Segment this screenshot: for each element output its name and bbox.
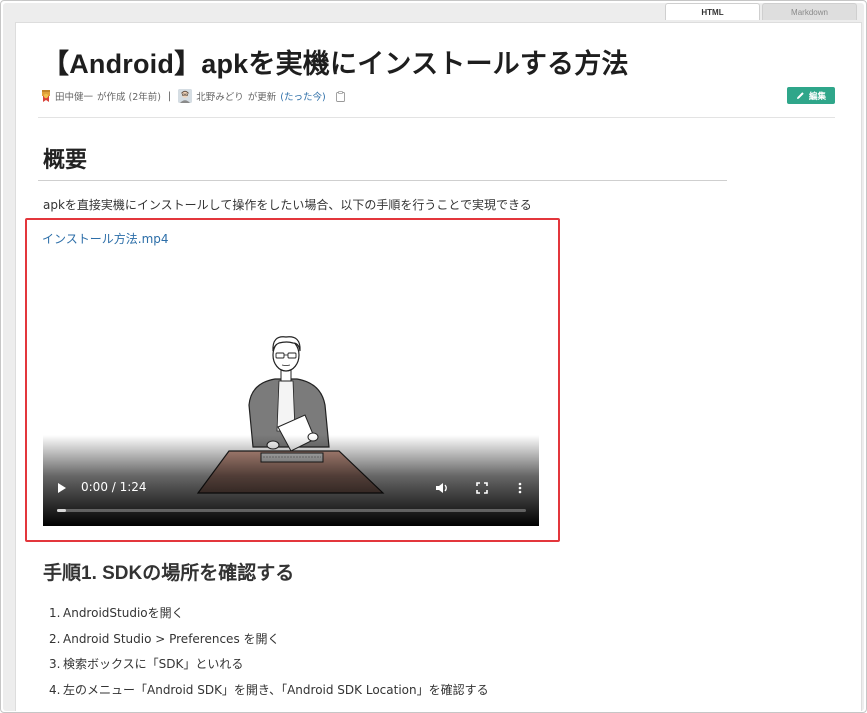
page-title: 【Android】apkを実機にインストールする方法 xyxy=(42,49,629,79)
pencil-icon xyxy=(796,92,804,99)
created-text: が作成 (2年前) xyxy=(97,92,161,103)
meta-separator: | xyxy=(168,90,172,102)
video-time: 0:00 / 1:24 xyxy=(81,480,147,494)
updated-time-link[interactable]: (たった今) xyxy=(280,89,325,103)
tab-html[interactable]: HTML xyxy=(665,3,760,20)
video-player[interactable]: 0:00 / 1:24 xyxy=(43,255,539,526)
section-heading-overview: 概要 xyxy=(43,147,88,172)
video-controls: 0:00 / 1:24 xyxy=(43,477,539,499)
edit-label: 編集 xyxy=(808,91,826,102)
play-icon[interactable] xyxy=(57,482,67,494)
video-progress-bar[interactable] xyxy=(57,509,526,512)
tab-markdown[interactable]: Markdown xyxy=(762,3,857,20)
page-meta: 田中健一 が作成 (2年前) | 北野みどり が更新 (たった今) xyxy=(41,89,345,103)
volume-icon[interactable] xyxy=(435,481,449,495)
fullscreen-icon[interactable] xyxy=(475,481,489,495)
heading-underline xyxy=(38,180,727,181)
list-item: 2. Android Studio > Preferences を開く xyxy=(49,631,280,646)
more-vertical-icon[interactable] xyxy=(513,481,527,495)
steps-list: 1. AndroidStudioを開く 2. Android Studio > Pr… xyxy=(49,605,489,707)
clipboard-icon[interactable] xyxy=(335,90,345,102)
updater-name[interactable]: 北野みどり xyxy=(196,89,244,103)
divider xyxy=(38,117,835,118)
author-name[interactable]: 田中健一 xyxy=(55,89,93,103)
section-heading-step1: 手順1. SDKの場所を確認する xyxy=(43,563,295,584)
avatar xyxy=(178,89,193,103)
updated-text: が更新 xyxy=(247,92,277,103)
edit-button[interactable]: 編集 xyxy=(787,87,835,104)
list-item: 3. 検索ボックスに「SDK」といれる xyxy=(49,657,244,671)
overview-paragraph: apkを直接実機にインストールして操作をしたい場合、以下の手順を行うことで実現で… xyxy=(43,198,532,212)
list-item: 1. AndroidStudioを開く xyxy=(49,606,184,620)
video-file-link[interactable]: インストール方法.mp4 xyxy=(42,230,169,247)
video-progress-fill xyxy=(57,509,67,512)
award-ribbon-icon xyxy=(42,89,50,102)
list-item: 4. 左のメニュー「Android SDK」を開き、「Android SDK Lo… xyxy=(49,682,489,697)
window-frame: HTML Markdown 【Android】apkを実機にインストールする方法… xyxy=(0,0,867,713)
